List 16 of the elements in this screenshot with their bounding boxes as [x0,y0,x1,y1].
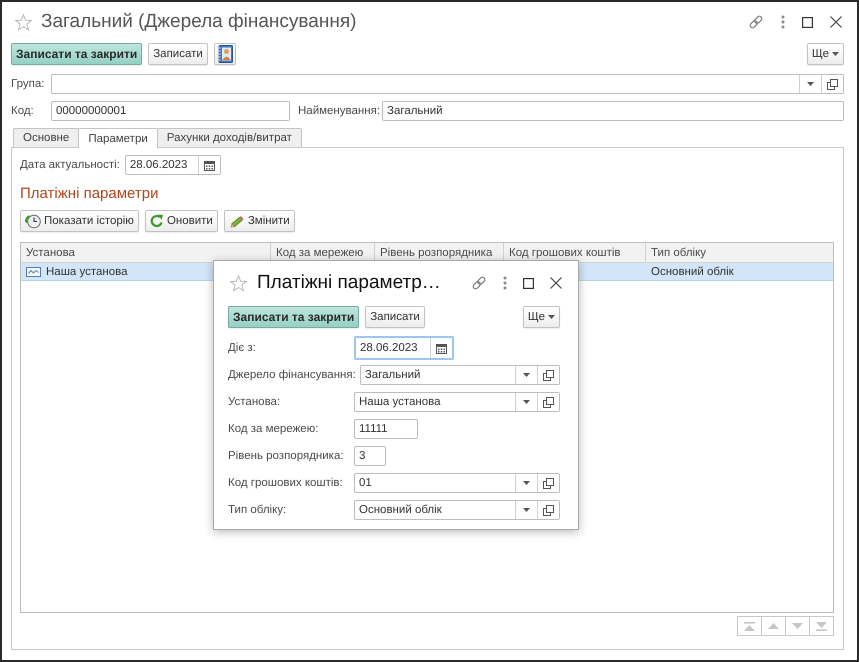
table-cell: Основний облік [651,266,734,278]
field-label: Дата актуальності: [20,159,120,171]
field-label: Найменування: [298,105,380,117]
field-label: Код за мережею: [228,423,320,435]
table-cell: Наша установа [46,266,128,278]
window-title: Загальний (Джерела фінансування) [41,11,356,33]
field-label: Джерело фінансування: [228,369,357,381]
dialog-title: Платіжні параметр… [257,272,441,294]
field-label: Код: [11,105,35,117]
field-label: Група: [11,78,46,90]
field-label: Рівень розпорядника: [228,450,345,462]
field-label: Тип обліку: [228,504,288,516]
field-label: Код грошових коштів: [228,477,344,489]
field-label: Діє з: [228,342,257,354]
section-heading: Платіжні параметри [20,184,158,202]
field-label: Установа: [228,396,282,408]
